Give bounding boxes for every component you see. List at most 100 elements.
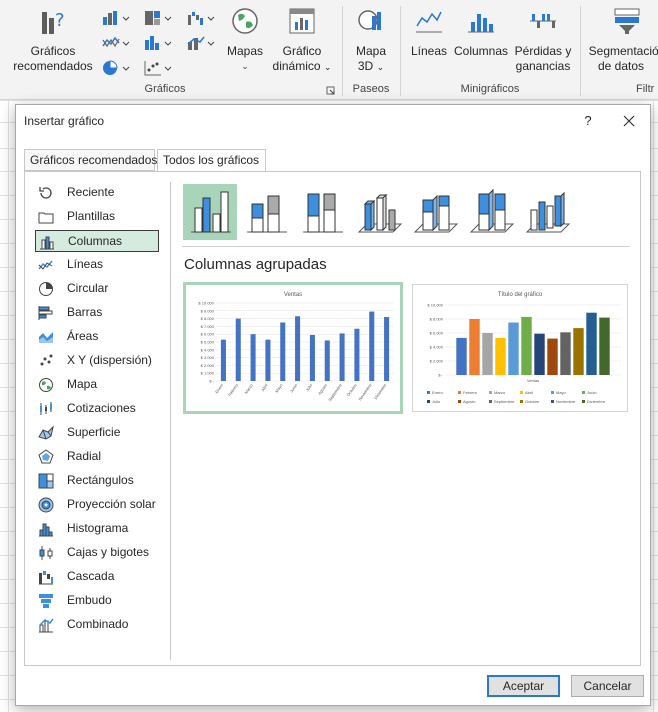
charts-group-label: Gráficos [144, 83, 186, 95]
subtype-3d-100-stacked-column[interactable] [465, 184, 519, 240]
y-tick-label: $ 6.000 [430, 331, 444, 336]
category-item-6[interactable]: Barras [35, 302, 159, 324]
recommended-charts-button[interactable]: ? Gráficos recomendados [8, 6, 98, 80]
category-item-10[interactable]: Cotizaciones [35, 398, 159, 420]
category-item-2[interactable]: Plantillas [35, 206, 159, 228]
category-item-11[interactable]: Superficie [35, 422, 159, 444]
chart-preview-2[interactable]: Título del gráfico $ 10.000 $ 8.000 $ 6.000… [412, 284, 628, 412]
surface-chart-icon [38, 425, 54, 440]
category-item-1[interactable]: Reciente [35, 182, 159, 204]
sparkline-line-label: Líneas [410, 44, 448, 58]
x-axis-label: Ventas [527, 378, 539, 383]
pie-chart-dropdown-icon[interactable] [101, 59, 133, 77]
waterfall-chart-dropdown-icon[interactable] [186, 9, 218, 27]
bar [235, 318, 241, 381]
3d-column-icon [525, 191, 571, 233]
subtype-3d-stacked-column[interactable] [409, 184, 463, 240]
legend-label: Noviembre [556, 399, 576, 404]
bar [560, 332, 571, 375]
category-item-15[interactable]: Histograma [35, 518, 159, 540]
category-label: Rectángulos [67, 473, 134, 487]
map-3d-button[interactable]: Mapa 3D ⌄ [347, 6, 395, 80]
sparkline-winloss-button[interactable]: Pérdidas y ganancias [512, 6, 574, 80]
chart-preview-2-svg: Título del gráfico $ 10.000 $ 8.000 $ 6.000… [427, 292, 621, 404]
category-item-18[interactable]: Embudo [35, 590, 159, 612]
line-chart-dropdown-icon[interactable] [101, 34, 133, 52]
y-tick-label: $ 2.000 [201, 363, 215, 368]
subtype-3d-column[interactable] [521, 184, 575, 240]
subtype-100-stacked-column[interactable] [295, 184, 349, 240]
combo-chart-dropdown-icon[interactable] [186, 34, 218, 52]
map-3d-icon [358, 10, 381, 30]
slicer-button[interactable]: Segmentación de datos [586, 6, 658, 80]
bar [521, 316, 532, 375]
legend-swatch [582, 391, 585, 394]
svg-text:?: ? [55, 10, 65, 31]
statistic-chart-dropdown-icon[interactable] [143, 34, 175, 52]
pivot-chart-icon [289, 8, 315, 34]
y-tick-label: $ 2.000 [430, 359, 444, 364]
category-item-7[interactable]: Áreas [35, 326, 159, 348]
ribbon: ? Gráficos recomendados Mapas ⌄ Gráfico … [0, 0, 658, 100]
sparkline-line-button[interactable]: Líneas [407, 6, 451, 80]
grid-line [653, 100, 654, 712]
subtype-name: Columnas agrupadas [184, 256, 327, 273]
category-label: Proyección solar [67, 497, 156, 511]
pivot-chart-button[interactable]: Gráfico dinámico ⌄ [266, 6, 338, 80]
category-item-9[interactable]: Mapa [35, 374, 159, 396]
legend-label: Septiembre [494, 399, 515, 404]
x-tick-label: Mayo [274, 382, 284, 394]
category-label: Cascada [67, 569, 115, 583]
bar [369, 311, 375, 381]
category-item-4[interactable]: Líneas [35, 254, 159, 276]
category-item-3[interactable]: Columnas [35, 230, 159, 252]
category-item-12[interactable]: Radial [35, 446, 159, 468]
line-chart-icon [38, 260, 53, 270]
charts-dialog-launcher-icon[interactable] [326, 86, 335, 95]
ok-button[interactable]: Aceptar [487, 675, 560, 697]
x-tick-label: Septiembre [327, 382, 343, 402]
x-tick-label: Febrero [227, 382, 240, 397]
filters-group-label: Filtr [636, 83, 655, 95]
scatter-chart-dropdown-icon[interactable] [143, 59, 175, 77]
category-item-17[interactable]: Cascada [35, 566, 159, 588]
category-label: Columnas [68, 234, 123, 248]
category-item-19[interactable]: Combinado [35, 614, 159, 636]
bar [482, 333, 493, 375]
category-label: Barras [67, 305, 103, 319]
slicer-label-1: Segmentación [588, 44, 658, 58]
hierarchy-chart-dropdown-icon[interactable] [143, 9, 175, 27]
bar [495, 337, 506, 375]
subtype-stacked-column[interactable] [239, 184, 293, 240]
cancel-button[interactable]: Cancelar [571, 675, 644, 697]
chart-preview-1[interactable]: Ventas $ 10.000 $ 9.000 $ 8.000 $ 7.000 $ 6.0… [183, 282, 403, 414]
tab-recommended-charts[interactable]: Gráficos recomendados [24, 149, 157, 171]
map-globe-icon [232, 8, 258, 34]
bar [295, 316, 301, 381]
chart-title: Ventas [284, 292, 302, 298]
column-chart-dropdown-icon[interactable] [101, 9, 133, 27]
help-button[interactable]: ? [578, 111, 598, 131]
category-item-14[interactable]: Proyección solar [35, 494, 159, 516]
y-tick-label: $ 4.000 [201, 347, 215, 352]
maps-button[interactable]: Mapas ⌄ [224, 6, 266, 80]
category-item-8[interactable]: X Y (dispersión) [35, 350, 159, 372]
bar [250, 334, 256, 381]
category-item-13[interactable]: Rectángulos [35, 470, 159, 492]
category-item-16[interactable]: Cajas y bigotes [35, 542, 159, 564]
category-item-5[interactable]: Circular [35, 278, 159, 300]
tab-panel: Reciente Plantillas Columnas Líneas Circular… [24, 171, 641, 666]
bar [573, 328, 584, 375]
category-label: Embudo [67, 593, 112, 607]
subtype-clustered-column[interactable] [183, 184, 237, 240]
y-tick-label: $ 9.000 [201, 308, 215, 313]
close-button[interactable] [616, 109, 642, 133]
bar [534, 333, 545, 375]
combo-chart-icon [39, 618, 54, 633]
bar [508, 322, 519, 375]
legend-swatch [551, 391, 554, 394]
tab-all-charts[interactable]: Todos los gráficos [157, 149, 266, 172]
sparkline-column-button[interactable]: Columnas [452, 6, 510, 80]
subtype-3d-clustered-column[interactable] [353, 184, 407, 240]
category-label: X Y (dispersión) [67, 353, 152, 367]
